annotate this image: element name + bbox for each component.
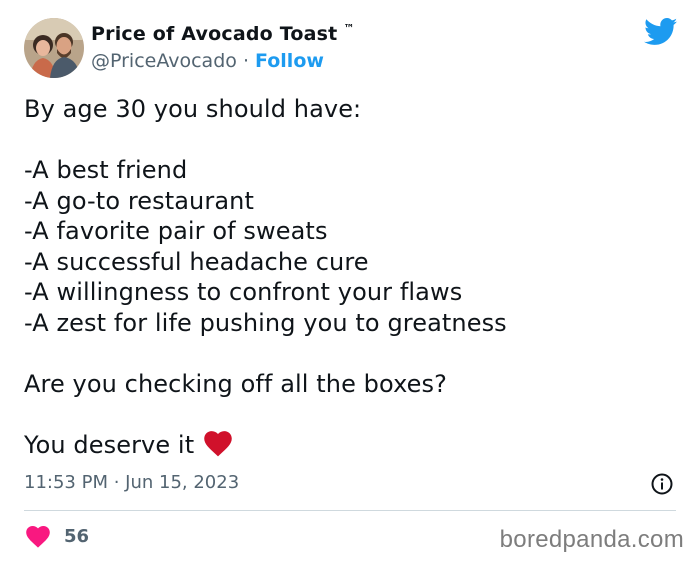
info-icon[interactable]	[650, 472, 674, 496]
tweet-line: -A favorite pair of sweats	[24, 217, 328, 245]
tweet-line: Are you checking off all the boxes?	[24, 369, 447, 398]
tweet-timestamp[interactable]: 11:53 PM · Jun 15, 2023	[24, 472, 239, 493]
author-handle[interactable]: @PriceAvocado	[91, 50, 237, 72]
author-handle-row: @PriceAvocado · Follow	[91, 50, 324, 72]
follow-button[interactable]: Follow	[255, 50, 324, 72]
avatar[interactable]	[24, 18, 84, 78]
watermark: boredpanda.com	[499, 526, 684, 553]
tweet-text: By age 30 you should have: -A best frien…	[24, 94, 674, 460]
trademark-symbol: ™	[343, 22, 355, 35]
like-count[interactable]: 56	[64, 526, 89, 547]
author-display-name[interactable]: Price of Avocado Toast ™	[91, 22, 355, 45]
tweet-line: -A successful headache cure	[24, 247, 369, 276]
divider	[24, 510, 676, 511]
tweet-last-line: You deserve it	[24, 430, 674, 461]
red-heart-emoji	[204, 430, 232, 457]
twitter-bird-icon[interactable]	[644, 18, 678, 46]
tweet-line: -A go-to restaurant	[24, 186, 254, 215]
handle-separator: ·	[242, 50, 249, 72]
author-name-text[interactable]: Price of Avocado Toast	[91, 23, 337, 45]
tweet-line: -A willingness to confront your flaws	[24, 278, 463, 306]
tweet-line: By age 30 you should have:	[24, 95, 362, 123]
tweet-line: -A best friend	[24, 156, 188, 184]
tweet-line: -A zest for life pushing you to greatnes…	[24, 308, 507, 337]
heart-icon[interactable]	[26, 526, 50, 548]
tweet-line: You deserve it	[24, 430, 195, 459]
